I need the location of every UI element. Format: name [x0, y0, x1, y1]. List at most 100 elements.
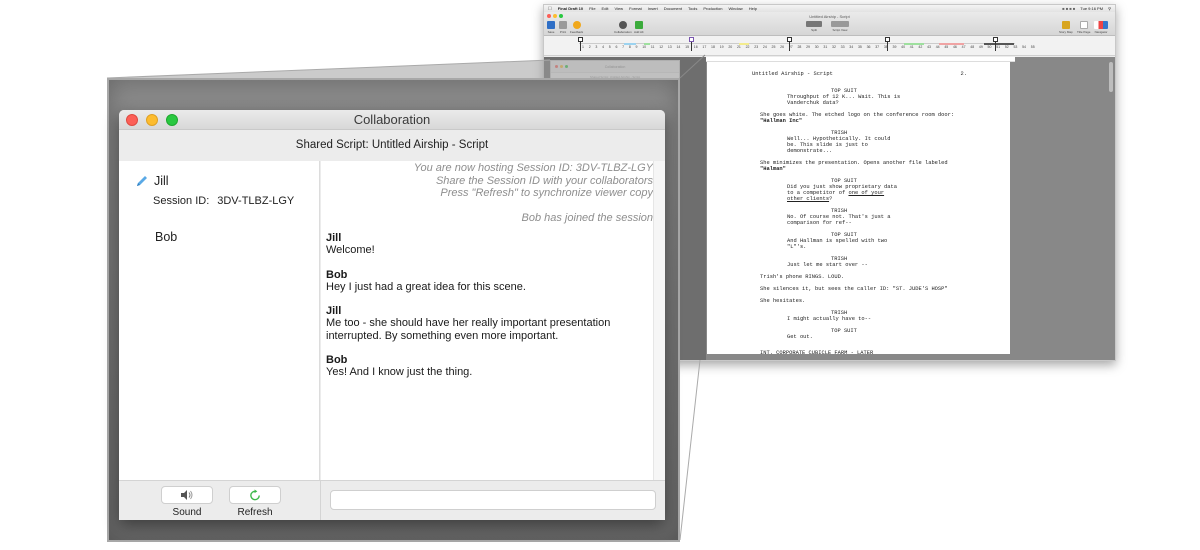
ruler-number: 43	[927, 45, 931, 49]
ruler-number: 19	[719, 45, 724, 49]
menu-document[interactable]: Document	[664, 6, 682, 11]
chat-message: Bob Hey I just had a great idea for this…	[326, 269, 653, 294]
script-view-icon	[831, 21, 849, 27]
participant-name: Bob	[155, 230, 178, 244]
menu-bar:  Final Draft 10 File Edit View Format I…	[544, 5, 1115, 12]
session-id-label: Session ID:	[153, 195, 210, 207]
fd-feedback-button[interactable]: Feedback	[570, 21, 583, 34]
add-alt-icon	[634, 21, 643, 29]
status-icons[interactable]: ■ ■ ■ ■	[1062, 6, 1075, 11]
script-dialogue: Just let me start over --	[787, 262, 868, 268]
ruler-number: 15	[685, 45, 690, 49]
chat-log[interactable]: You are now hosting Session ID: 3DV-TLBZ…	[321, 161, 653, 480]
ruler-number: 42	[918, 45, 923, 49]
ruler-number: 30	[814, 45, 819, 49]
bottom-toolbar: Sound Refresh	[119, 480, 665, 520]
ruler-number: 39	[892, 45, 897, 49]
script-action: She goes white. The etched logo on the c…	[760, 112, 955, 124]
script-action: Trish's phone RINGS. LOUD.	[760, 274, 845, 280]
message-text: Yes! And I know just the thing.	[326, 366, 473, 379]
chat-input[interactable]	[330, 490, 656, 510]
script-dialogue: Get out.	[787, 334, 813, 340]
ruler-number: 37	[875, 45, 880, 49]
participant-bob[interactable]: Bob	[155, 230, 177, 244]
page-header-title: Untitled Airship - Script	[752, 71, 833, 77]
story-map-icon	[1061, 21, 1070, 29]
menu-window[interactable]: Window	[728, 6, 742, 11]
menu-production[interactable]: Production	[703, 6, 722, 11]
chat-scrollbar[interactable]	[653, 161, 665, 480]
script-dialogue: I might actually have to--	[787, 316, 872, 322]
ruler-number: 45	[944, 45, 949, 49]
ruler-number: 1	[582, 45, 584, 49]
participant-jill[interactable]: Jill	[135, 174, 169, 188]
ruler-number: 11	[650, 45, 655, 49]
chat-message: Jill Welcome!	[326, 232, 653, 257]
ruler-number: 17	[702, 45, 707, 49]
minimize-button[interactable]	[146, 114, 158, 126]
menu-view[interactable]: View	[614, 6, 623, 11]
ruler-numbers: 1 2 3 4 5 6 7 8 9 10 11 12 13 14 15 16 17 18 19 20 21 22 23 24 2…	[582, 45, 1035, 49]
fd-script-view-button[interactable]: Script View	[831, 21, 849, 32]
fd-navigator-button[interactable]: Navigator	[1094, 21, 1108, 34]
menu-insert[interactable]: Insert	[648, 6, 658, 11]
script-elements: TOP SUIT Throughput of 12 K... Wait. This…	[752, 88, 1010, 354]
menu-tools[interactable]: Tools	[688, 6, 697, 11]
collaboration-window: Collaboration Shared Script: Untitled Ai…	[119, 110, 665, 520]
ruler-number: 52	[1004, 45, 1009, 49]
fd-print-button[interactable]: Print	[559, 21, 567, 34]
ruler-number: 51	[996, 45, 1001, 49]
fd-story-map-button[interactable]: Story Map	[1059, 21, 1073, 34]
refresh-icon	[249, 488, 260, 500]
ruler-number: 34	[849, 45, 854, 49]
close-button[interactable]	[126, 114, 138, 126]
menu-help[interactable]: Help	[749, 6, 757, 11]
menu-file[interactable]: File	[589, 6, 595, 11]
page-header: Untitled Airship - Script 2.	[752, 71, 967, 77]
page-number: 2.	[960, 71, 967, 77]
message-author: Jill	[326, 305, 342, 318]
script-dialogue: And Hallman is spelled with two "L"'s.	[787, 238, 888, 250]
ruler-number: 6	[615, 45, 618, 49]
window-controls	[126, 114, 178, 126]
fd-save-button[interactable]: Save	[547, 21, 555, 34]
apple-icon[interactable]: 	[548, 6, 552, 12]
ruler-number: 49	[978, 45, 983, 49]
sound-button[interactable]	[161, 486, 213, 504]
ruler-number: 33	[840, 45, 845, 49]
speaker-icon	[181, 490, 193, 500]
title-bar[interactable]: Collaboration	[119, 110, 665, 130]
script-scene-heading: INT. CORPORATE CUBICLE FARM - LATER	[760, 350, 874, 354]
menu-format[interactable]: Format	[629, 6, 642, 11]
ruler-number: 36	[866, 45, 871, 49]
fd-collaboration-button[interactable]: Collaboration	[614, 21, 632, 34]
script-scrollbar[interactable]	[1109, 62, 1113, 92]
message-text: Hey I just had a great idea for this sce…	[326, 280, 526, 293]
fd-split-button[interactable]: Split	[806, 21, 822, 32]
split-icon	[806, 21, 822, 27]
maximize-button[interactable]	[166, 114, 178, 126]
fd-add-alt-button[interactable]: Add Alt	[634, 21, 644, 34]
collaboration-icon	[618, 21, 627, 29]
clock[interactable]: Tue 9:16 PM	[1080, 6, 1103, 11]
system-message: Share the Session ID with your collabora…	[435, 174, 653, 187]
script-page[interactable]: Untitled Airship - Script 2. TOP SUIT Thr…	[707, 62, 1010, 354]
ruler-number: 22	[745, 45, 750, 49]
spotlight-icon[interactable]: ⚲	[1108, 6, 1111, 11]
ruler-number: 26	[780, 45, 785, 49]
ruler-number: 16	[693, 45, 698, 49]
ruler-number: 13	[667, 45, 672, 49]
beat-ruler[interactable]: 1 2 3 4 5 6 7 8 9 10 11 12 13 14 15 16 17 18 19 20 21 22 23 24 2…	[544, 36, 1115, 56]
participant-name: Jill	[154, 174, 169, 188]
menu-app-name[interactable]: Final Draft 10	[558, 6, 583, 11]
refresh-button[interactable]	[229, 486, 281, 504]
menu-edit[interactable]: Edit	[602, 6, 609, 11]
ruler-number: 55	[1030, 45, 1035, 49]
pencil-icon	[137, 176, 147, 186]
ruler-number: 44	[935, 45, 940, 49]
ruler-number: 38	[883, 45, 888, 49]
fd-title-page-button[interactable]: Title Page	[1077, 21, 1090, 34]
ruler-number: 47	[961, 45, 966, 49]
title-page-icon	[1079, 21, 1088, 29]
participants-list: Jill Session ID: 3DV-TLBZ-LGY Bob	[119, 161, 320, 480]
